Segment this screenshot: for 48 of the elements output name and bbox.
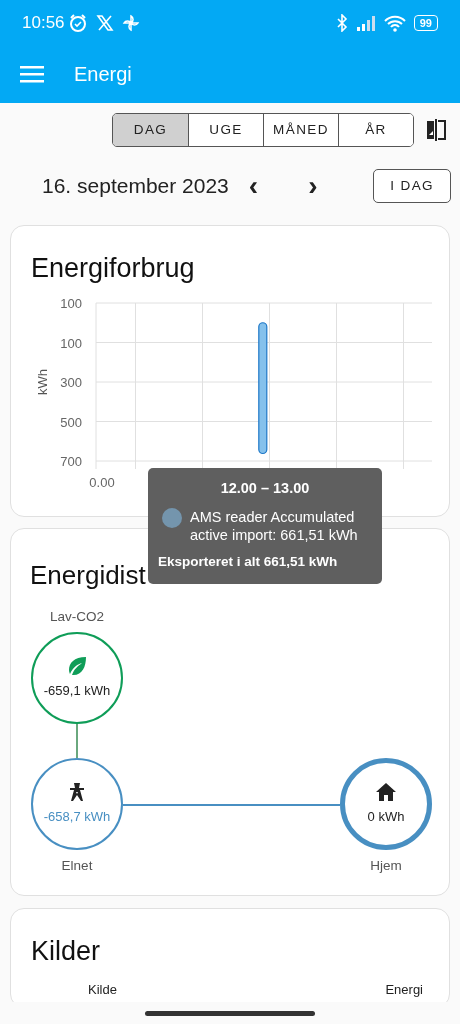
alarm-icon bbox=[67, 12, 88, 33]
node-value: 0 kWh bbox=[367, 808, 405, 826]
bluetooth-icon bbox=[335, 13, 348, 32]
compare-icon[interactable] bbox=[426, 118, 446, 142]
card-title: Energiforbrug bbox=[30, 252, 196, 285]
menu-icon[interactable] bbox=[20, 65, 44, 83]
house-icon bbox=[375, 781, 397, 803]
y-tick-label: 500 bbox=[60, 414, 82, 430]
period-tab[interactable]: MÅNED bbox=[263, 114, 338, 146]
y-tick-label: 300 bbox=[60, 374, 82, 390]
legend-dot bbox=[162, 507, 182, 528]
tooltip-text: AMS reader Accumulated active import: 661,51 kWh bbox=[190, 507, 359, 544]
x-logo-icon bbox=[95, 13, 114, 32]
chart-bar[interactable] bbox=[258, 321, 268, 454]
column-header: Energi bbox=[385, 981, 423, 997]
gesture-bar[interactable] bbox=[145, 1010, 315, 1016]
y-tick-label: 100 bbox=[60, 295, 82, 311]
node-label: Lav-CO2 bbox=[50, 607, 104, 626]
axis-title: kWh bbox=[35, 368, 50, 395]
card-title: Energidist bbox=[30, 560, 146, 592]
tooltip-total: Eksporteret i alt 661,51 kWh bbox=[158, 553, 339, 571]
y-tick-label: 100 bbox=[60, 335, 82, 351]
battery-level: 99 bbox=[413, 14, 438, 31]
card-title: Kilder bbox=[30, 935, 102, 968]
period-tab[interactable]: ÅR bbox=[338, 114, 413, 146]
leaf-icon bbox=[66, 655, 88, 677]
pinwheel-icon bbox=[121, 13, 140, 32]
clock-time: 10:56 bbox=[22, 11, 65, 34]
x-tick-label: 0.00 bbox=[89, 474, 115, 490]
period-tab[interactable]: UGE bbox=[188, 114, 263, 146]
y-tick-label: 700 bbox=[60, 453, 82, 469]
energy-node[interactable]: -659,1 kWh bbox=[31, 631, 123, 724]
today-button[interactable]: I DAG bbox=[373, 169, 451, 204]
energy-node[interactable]: 0 kWh bbox=[340, 757, 432, 850]
next-button[interactable]: › bbox=[300, 172, 326, 201]
date-label: 16. september 2023 bbox=[42, 173, 229, 200]
page-title: Energi bbox=[74, 62, 132, 87]
energy-node[interactable]: -658,7 kWh bbox=[31, 757, 123, 850]
period-tab[interactable]: DAG bbox=[113, 114, 188, 146]
column-header: Kilde bbox=[88, 981, 117, 997]
node-value: -659,1 kWh bbox=[43, 682, 111, 700]
signal-icon bbox=[355, 14, 378, 31]
node-label: Hjem bbox=[370, 856, 402, 875]
wifi-icon bbox=[383, 13, 406, 32]
node-value: -658,7 kWh bbox=[43, 808, 111, 826]
tooltip-heading: 12.00 – 13.00 bbox=[219, 479, 311, 498]
previous-button[interactable]: ‹ bbox=[240, 172, 267, 201]
node-label: Elnet bbox=[61, 856, 93, 875]
